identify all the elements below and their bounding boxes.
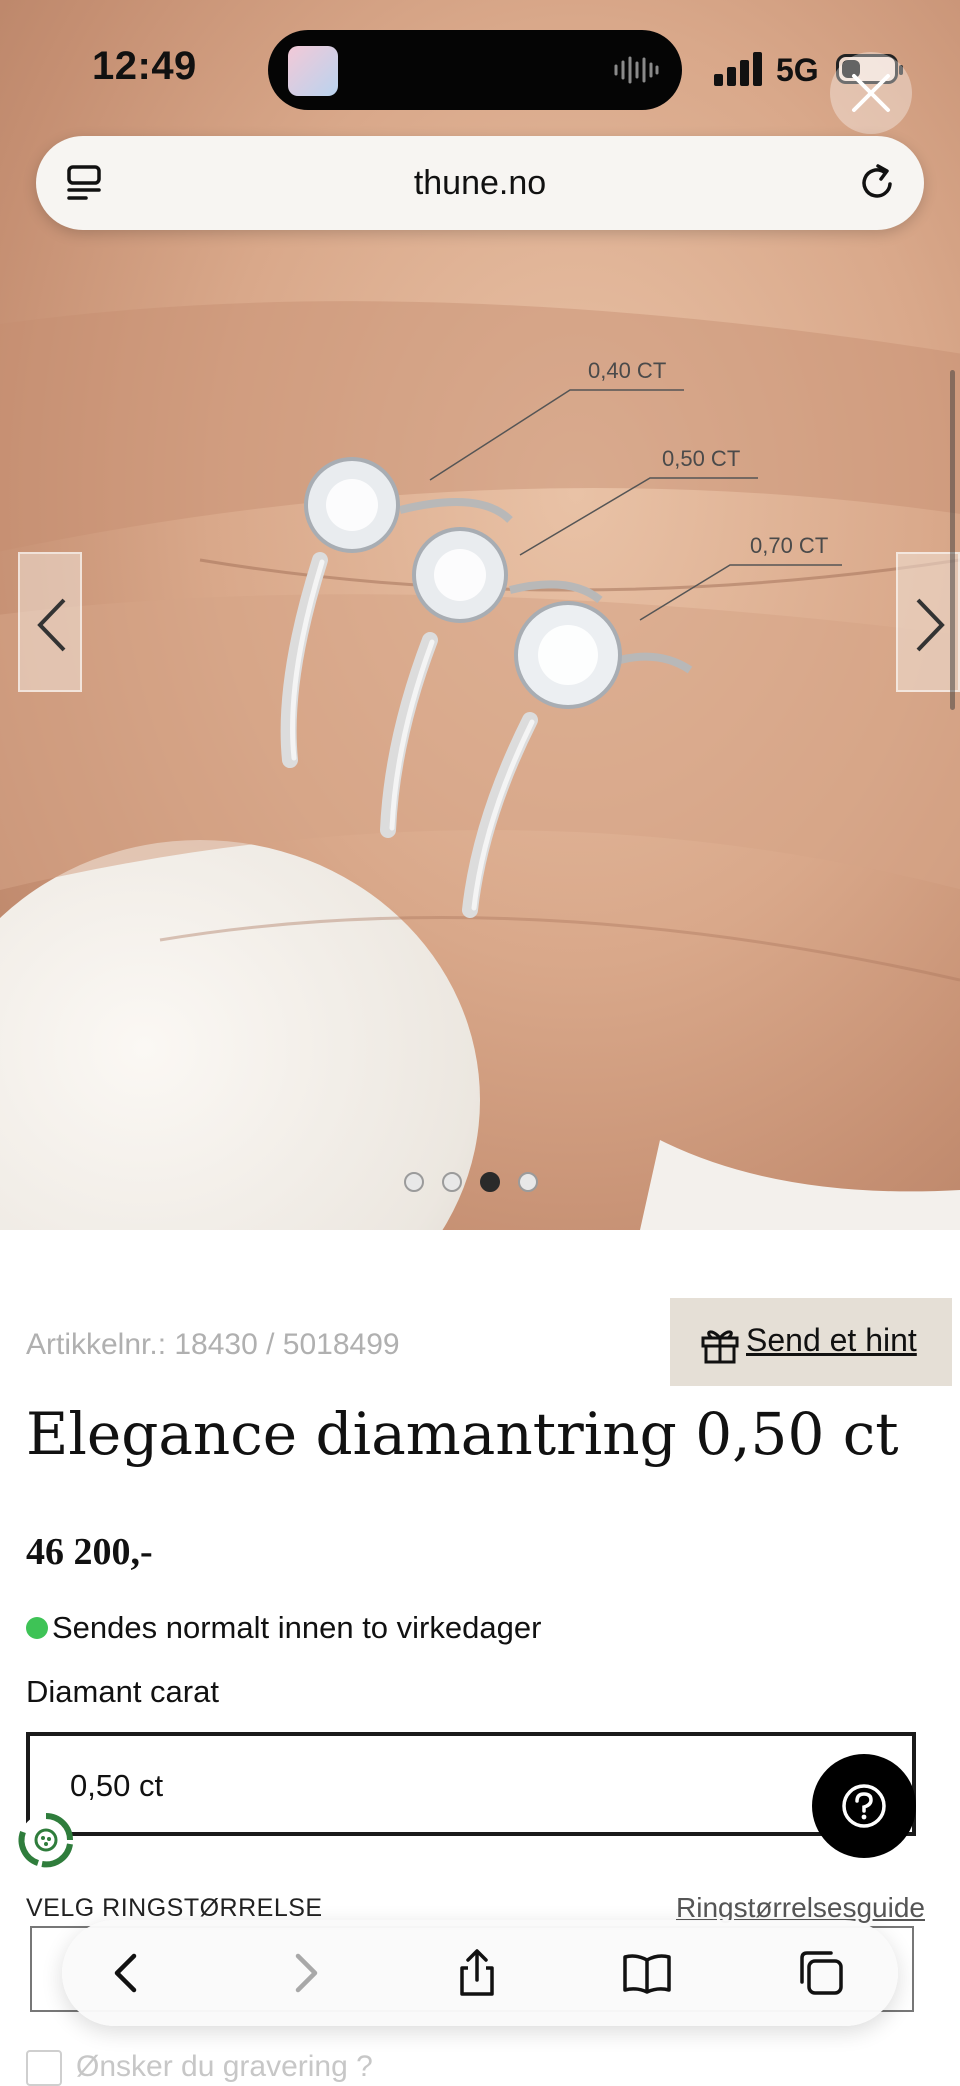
carousel-dot-active[interactable] <box>480 1172 500 1192</box>
shipping-status: Sendes normalt innen to virkedager <box>26 1610 541 1646</box>
help-chat-button[interactable] <box>812 1754 916 1858</box>
close-button[interactable] <box>830 52 912 134</box>
address-bar[interactable]: thune.no <box>36 136 924 230</box>
recycle-icon[interactable] <box>14 1808 78 1872</box>
carousel-dot[interactable] <box>518 1172 538 1192</box>
chevron-left-icon <box>37 598 66 652</box>
forward-icon[interactable] <box>280 1948 330 1998</box>
bookmarks-icon[interactable] <box>622 1948 672 1998</box>
carousel-dot[interactable] <box>404 1172 424 1192</box>
audio-wave-icon <box>614 56 659 84</box>
in-stock-indicator <box>26 1616 48 1639</box>
product-price: 46 200,- <box>26 1531 153 1573</box>
chevron-right-icon <box>916 598 945 652</box>
reload-icon[interactable] <box>856 162 898 204</box>
article-number: Artikkelnr.: 18430 / 5018499 <box>26 1328 400 1361</box>
now-playing-artwork <box>288 46 338 96</box>
send-hint-button[interactable]: Send et hint <box>670 1298 952 1386</box>
annotation-070: 0,70 CT <box>750 533 829 558</box>
back-icon[interactable] <box>102 1948 152 1998</box>
page-scrollbar[interactable] <box>950 370 955 710</box>
engraving-label: Ønsker du gravering ? <box>76 2050 373 2083</box>
carat-selected-value: 0,50 ct <box>70 1768 164 1803</box>
share-icon[interactable] <box>452 1948 502 1998</box>
close-icon <box>852 74 890 112</box>
network-type: 5G <box>776 52 819 88</box>
browser-toolbar <box>62 1920 898 2026</box>
send-hint-label: Send et hint <box>746 1322 917 1358</box>
engraving-option[interactable]: Ønsker du gravering ? <box>26 2050 373 2086</box>
url-text: thune.no <box>413 164 547 202</box>
annotation-040: 0,40 CT <box>588 358 667 383</box>
gift-icon <box>701 1330 739 1364</box>
carat-select[interactable]: 0,50 ct <box>26 1732 916 1836</box>
annotation-050: 0,50 CT <box>662 446 741 471</box>
status-bar: 12:49 5G <box>0 20 960 120</box>
shipping-text: Sendes normalt innen to virkedager <box>52 1610 542 1645</box>
cellular-signal-icon <box>714 52 762 86</box>
tabs-icon[interactable] <box>796 1948 846 1998</box>
product-title: Elegance diamantring 0,50 ct <box>26 1400 899 1468</box>
previous-image-button[interactable] <box>18 552 82 692</box>
engraving-checkbox[interactable] <box>26 2050 62 2086</box>
question-icon <box>842 1784 886 1828</box>
ring-size-label: VELG RINGSTØRRELSE <box>26 1894 323 1922</box>
dynamic-island[interactable] <box>268 30 682 110</box>
carousel-dots <box>0 1172 960 1198</box>
carousel-dot[interactable] <box>442 1172 462 1192</box>
status-time: 12:49 <box>92 44 197 88</box>
carat-label: Diamant carat <box>26 1674 219 1709</box>
